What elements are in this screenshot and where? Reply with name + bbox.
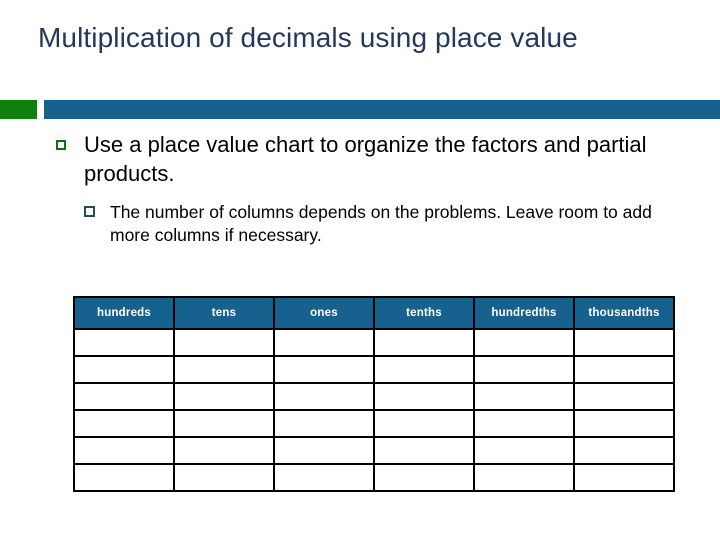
table-row (73, 355, 675, 384)
table-cell[interactable] (273, 463, 375, 492)
table-cell[interactable] (273, 355, 375, 384)
table-cell[interactable] (473, 463, 575, 492)
column-header-hundreds: hundreds (73, 296, 175, 330)
table-cell[interactable] (173, 436, 275, 465)
place-value-chart: hundreds tens ones tenths hundredths tho… (73, 296, 675, 492)
table-cell[interactable] (373, 436, 475, 465)
bullet-level1: Use a place value chart to organize the … (0, 131, 720, 188)
green-accent-block (0, 100, 37, 119)
place-value-table: hundreds tens ones tenths hundredths tho… (73, 296, 675, 492)
table-cell[interactable] (573, 436, 675, 465)
blue-accent-bar (44, 100, 720, 119)
slide-canvas: Multiplication of decimals using place v… (0, 0, 720, 540)
table-cell[interactable] (373, 328, 475, 357)
table-cell[interactable] (73, 409, 175, 438)
table-cell[interactable] (273, 382, 375, 411)
table-row (73, 463, 675, 492)
table-row (73, 328, 675, 357)
table-cell[interactable] (373, 382, 475, 411)
table-cell[interactable] (73, 328, 175, 357)
table-cell[interactable] (273, 409, 375, 438)
column-header-tenths: tenths (373, 296, 475, 330)
table-cell[interactable] (73, 382, 175, 411)
body-content: Use a place value chart to organize the … (0, 131, 720, 248)
table-cell[interactable] (173, 328, 275, 357)
table-cell[interactable] (573, 382, 675, 411)
page-title: Multiplication of decimals using place v… (38, 22, 578, 53)
table-cell[interactable] (73, 436, 175, 465)
title-divider (0, 100, 720, 119)
table-cell[interactable] (173, 355, 275, 384)
table-cell[interactable] (573, 355, 675, 384)
table-cell[interactable] (473, 409, 575, 438)
bullet-level2-text: The number of columns depends on the pro… (110, 202, 652, 246)
column-header-tens: tens (173, 296, 275, 330)
bullet-level2: The number of columns depends on the pro… (0, 201, 720, 248)
table-cell[interactable] (373, 355, 475, 384)
column-header-hundredths: hundredths (473, 296, 575, 330)
table-header-row: hundreds tens ones tenths hundredths tho… (73, 296, 675, 330)
bullet-level1-text: Use a place value chart to organize the … (84, 132, 647, 186)
table-header: hundreds tens ones tenths hundredths tho… (73, 296, 675, 330)
table-cell[interactable] (73, 355, 175, 384)
table-cell[interactable] (73, 463, 175, 492)
table-row (73, 436, 675, 465)
table-cell[interactable] (273, 328, 375, 357)
table-cell[interactable] (173, 463, 275, 492)
table-cell[interactable] (473, 436, 575, 465)
table-cell[interactable] (373, 409, 475, 438)
table-cell[interactable] (573, 328, 675, 357)
table-row (73, 409, 675, 438)
table-cell[interactable] (173, 409, 275, 438)
table-cell[interactable] (573, 409, 675, 438)
square-bullet-icon (84, 206, 95, 218)
table-cell[interactable] (473, 328, 575, 357)
column-header-ones: ones (273, 296, 375, 330)
table-body (73, 328, 675, 492)
table-cell[interactable] (373, 463, 475, 492)
table-row (73, 382, 675, 411)
table-cell[interactable] (473, 355, 575, 384)
column-header-thousandths: thousandths (573, 296, 675, 330)
square-bullet-icon (56, 140, 66, 150)
table-cell[interactable] (273, 436, 375, 465)
table-cell[interactable] (473, 382, 575, 411)
table-cell[interactable] (173, 382, 275, 411)
table-cell[interactable] (573, 463, 675, 492)
